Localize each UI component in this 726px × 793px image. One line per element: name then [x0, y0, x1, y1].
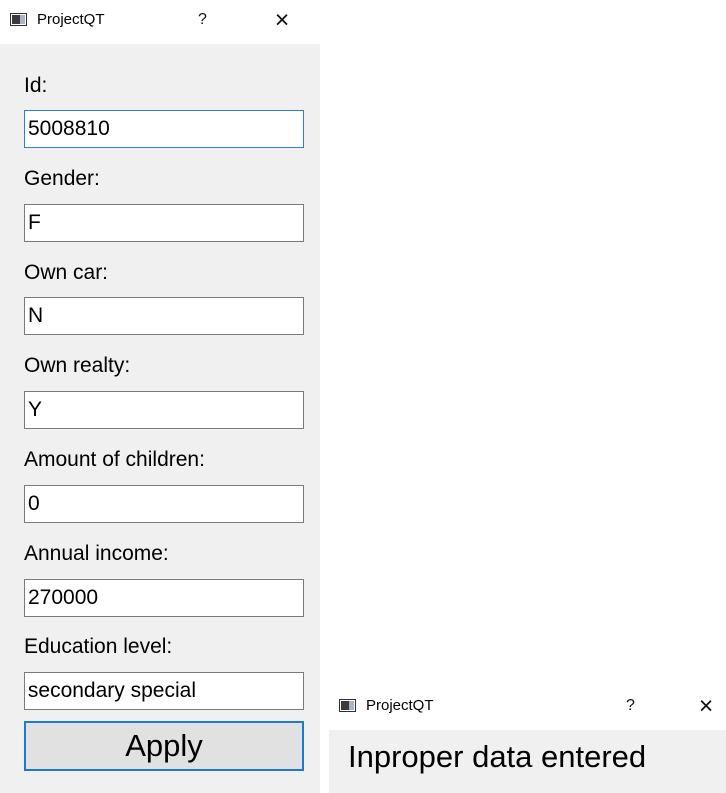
annual-income-label: Annual income: [24, 542, 169, 565]
own-realty-label: Own realty: [24, 354, 131, 377]
children-field[interactable] [24, 485, 304, 523]
message-window-title: ProjectQT [366, 697, 434, 714]
message-window: ProjectQT ? × Inproper data entered [329, 686, 726, 793]
gender-field[interactable] [24, 204, 304, 242]
apply-button[interactable]: Apply [24, 721, 304, 771]
education-level-label: Education level: [24, 635, 173, 658]
message-app-icon [339, 699, 356, 712]
children-label: Amount of children: [24, 448, 205, 471]
help-button[interactable]: ? [198, 10, 207, 30]
own-car-label: Own car: [24, 261, 109, 284]
message-titlebar[interactable]: ProjectQT ? × [329, 686, 726, 730]
main-window: ProjectQT ? × Id: Gender: Own car: Own r… [0, 0, 320, 793]
annual-income-field[interactable] [24, 579, 304, 617]
id-field[interactable] [24, 110, 304, 148]
main-titlebar[interactable]: ProjectQT ? × [0, 0, 320, 44]
id-label: Id: [24, 74, 48, 97]
window-title: ProjectQT [37, 11, 105, 28]
own-realty-field[interactable] [24, 391, 304, 429]
app-icon [10, 13, 27, 26]
error-message: Inproper data entered [348, 739, 647, 774]
message-close-icon[interactable]: × [691, 691, 721, 721]
message-help-button[interactable]: ? [626, 696, 635, 716]
close-icon[interactable]: × [267, 5, 297, 35]
education-level-field[interactable] [24, 672, 304, 710]
own-car-field[interactable] [24, 297, 304, 335]
gender-label: Gender: [24, 167, 100, 190]
